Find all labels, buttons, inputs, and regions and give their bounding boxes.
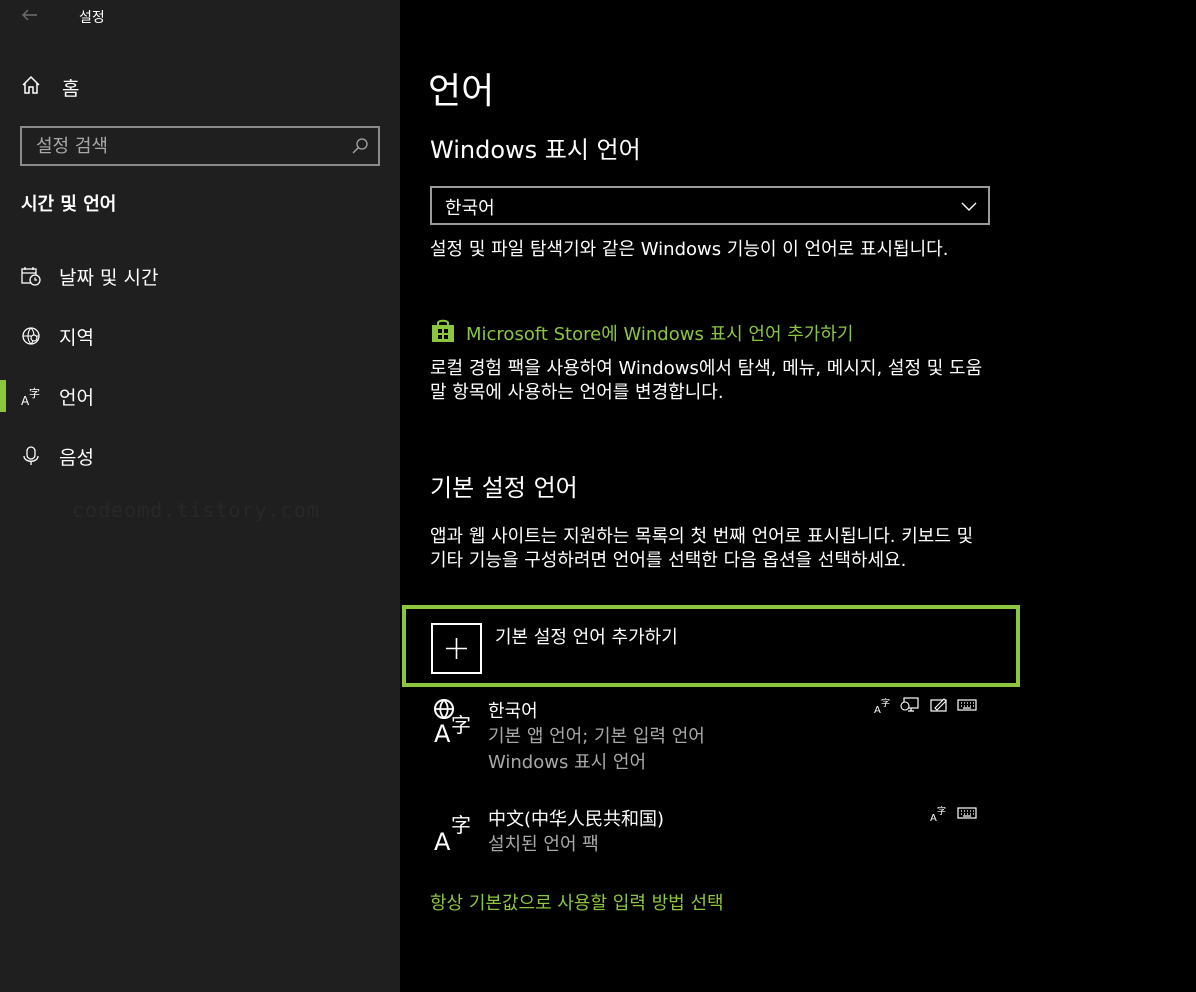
svg-text:字: 字 xyxy=(881,697,890,709)
sidebar-item-label: 언어 xyxy=(59,387,94,409)
svg-text:A: A xyxy=(434,720,451,744)
search-input[interactable] xyxy=(36,132,336,160)
language-icon: A字 xyxy=(20,385,42,408)
dropdown-value: 한국어 xyxy=(445,198,495,219)
sidebar-item-date-time[interactable]: 날짜 및 시간 xyxy=(0,254,400,298)
preferred-languages-heading: 기본 설정 언어 xyxy=(430,474,578,502)
sidebar-item-language[interactable]: A字 언어 xyxy=(0,374,400,418)
page-title: 언어 xyxy=(428,71,495,112)
preferred-languages-description: 앱과 웹 사이트는 지원하는 목록의 첫 번째 언어로 표시됩니다. 키보드 및… xyxy=(430,526,974,571)
add-language-button[interactable]: 기본 설정 언어 추가하기 xyxy=(402,605,1020,687)
display-language-heading: Windows 표시 언어 xyxy=(430,136,641,164)
add-language-label: 기본 설정 언어 추가하기 xyxy=(495,627,678,648)
svg-text:字: 字 xyxy=(937,805,946,817)
language-name: 한국어 xyxy=(488,701,538,722)
home-nav-item[interactable]: 홈 xyxy=(20,73,79,101)
display-language-description: 설정 및 파일 탐색기와 같은 Windows 기능이 이 언어로 표시됩니다. xyxy=(430,239,949,260)
chevron-down-icon xyxy=(960,197,978,215)
sidebar-section-title: 시간 및 언어 xyxy=(21,194,117,215)
svg-text:字: 字 xyxy=(29,386,40,400)
default-input-method-link[interactable]: 항상 기본값으로 사용할 입력 방법 선택 xyxy=(430,889,724,915)
svg-text:字: 字 xyxy=(451,713,471,737)
sidebar-item-label: 지역 xyxy=(59,327,94,349)
store-link[interactable]: Microsoft Store에 Windows 표시 언어 추가하기 xyxy=(430,319,854,347)
globe-region-icon xyxy=(20,325,42,347)
watermark: codeomd.tistory.com xyxy=(72,498,320,522)
language-name: 中文(中华人民共和国) xyxy=(488,809,665,830)
keyboard-icon xyxy=(957,804,979,822)
back-arrow-icon[interactable] xyxy=(20,5,42,27)
language-status: 기본 앱 언어; 기본 입력 언어 xyxy=(488,726,705,747)
sidebar-item-label: 날짜 및 시간 xyxy=(59,267,159,289)
home-label: 홈 xyxy=(62,77,80,100)
language-status: 설치된 언어 팩 xyxy=(488,834,599,855)
language-pack-icon: A字 xyxy=(873,696,895,716)
sidebar-item-speech[interactable]: 음성 xyxy=(0,434,400,478)
title-bar: 설정 xyxy=(0,0,400,32)
home-icon xyxy=(20,74,42,100)
language-globe-icon: A字 xyxy=(430,696,478,748)
main-content: 언어 Windows 표시 언어 한국어 설정 및 파일 탐색기와 같은 Win… xyxy=(400,0,1196,992)
store-link-label[interactable]: Microsoft Store에 Windows 표시 언어 추가하기 xyxy=(466,320,854,346)
active-indicator xyxy=(0,380,6,412)
sidebar-item-label: 음성 xyxy=(59,447,94,469)
speech-display-icon xyxy=(900,696,922,714)
handwriting-icon xyxy=(929,696,951,714)
svg-text:A: A xyxy=(874,705,881,714)
microphone-icon xyxy=(20,445,42,467)
language-pack-icon: A字 xyxy=(929,804,951,824)
store-description: 로컬 경험 팩을 사용하여 Windows에서 탐색, 메뉴, 메시지, 설정 … xyxy=(430,358,983,403)
language-item-chinese[interactable]: A字 中文(中华人民共和国) 설치된 언어 팩 A字 xyxy=(430,804,990,860)
sidebar-item-region[interactable]: 지역 xyxy=(0,314,400,358)
keyboard-icon xyxy=(957,696,979,714)
svg-text:字: 字 xyxy=(451,813,471,837)
plus-icon xyxy=(431,623,482,674)
language-icon: A字 xyxy=(430,804,478,856)
svg-text:A: A xyxy=(930,813,937,822)
search-icon[interactable] xyxy=(350,136,370,156)
search-box[interactable] xyxy=(20,126,380,166)
calendar-clock-icon xyxy=(20,265,42,287)
display-language-dropdown[interactable]: 한국어 xyxy=(430,186,990,225)
language-item-korean[interactable]: A字 한국어 기본 앱 언어; 기본 입력 언어 Windows 표시 언어 A… xyxy=(430,696,990,776)
sidebar: 설정 홈 시간 및 언어 날짜 및 시간 지역 A字 언어 xyxy=(0,0,400,992)
language-status: Windows 표시 언어 xyxy=(488,752,647,773)
store-bag-icon xyxy=(430,319,456,347)
app-title: 설정 xyxy=(79,10,105,26)
svg-text:A: A xyxy=(434,828,451,852)
